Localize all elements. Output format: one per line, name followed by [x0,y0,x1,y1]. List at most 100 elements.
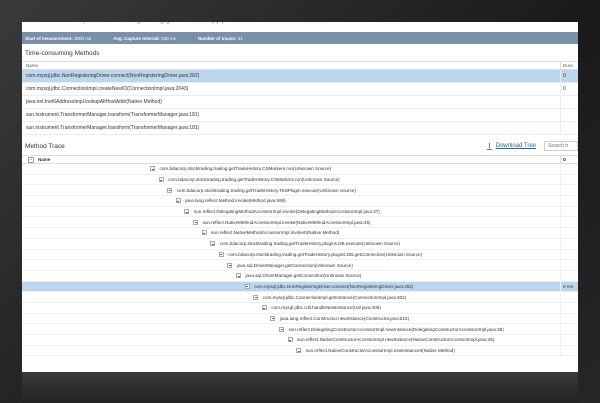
tree-node-duration [560,206,578,217]
table-row[interactable]: com.mysql.jdbc.NonRegisteringDriver.conn… [22,70,578,83]
tree-node-duration [560,345,578,356]
tree-node-duration [560,292,578,302]
tree-node-duration [560,228,578,238]
tree-node-label: java.sql.DriverManager.getConnection(Unk… [245,273,362,279]
measurement-stats-bar: Start of measurement: 3000 ms Avg. Captu… [22,32,578,44]
tree-node-duration [560,260,578,270]
tree-row[interactable]: · com.bdacorp.stocktrading.trading.getTra… [22,238,578,250]
tree-connector: · [217,241,219,247]
col-name-header[interactable]: Name [22,63,560,68]
method-trace-title: Method Trace [25,142,65,150]
trace-search-input[interactable] [544,141,578,151]
tree-row[interactable]: · com.bdacorp.stocktrading.trading.getTra… [22,185,578,197]
collapse-toggle-icon[interactable] [296,348,302,354]
collapse-toggle-icon[interactable] [218,251,224,257]
table-row[interactable]: sun.instrument.TransformerManager.transf… [22,109,578,122]
tree-node: · java.sql.DriverManager.getConnection(Un… [22,262,560,268]
collapse-toggle-icon[interactable] [279,326,284,332]
time-consuming-table-header: Name Dura [22,61,578,70]
method-trace-toolbar: Method Trace Download Tree [22,139,578,153]
tree-row[interactable]: · java.sql.DriverManager.getConnection(Un… [22,270,578,282]
tree-node-duration [560,185,578,196]
collapse-toggle-icon[interactable] [193,219,198,225]
tree-row[interactable]: · com.mysql.jdbc.NonRegisteringDriver.con… [22,281,578,293]
tree-row[interactable]: · java.sql.DriverManager.getConnection(Un… [22,260,578,271]
tree-node-label: sun.reflect.NativeMethodAccessorImpl.inv… [202,219,371,225]
collapse-toggle-icon[interactable] [210,241,216,247]
time-consuming-methods-title: Time-consuming Methods [25,50,100,57]
method-duration [560,122,578,134]
tree-node: · sun.reflect.NativeConstructorAccessorIm… [22,337,560,343]
collapse-toggle-icon[interactable] [287,337,293,343]
tree-node-duration [560,249,578,260]
collapse-toggle-icon[interactable] [261,305,267,311]
collapse-toggle-icon[interactable] [270,315,276,321]
col-duration-header[interactable]: Dura [560,62,578,69]
collapse-toggle-icon[interactable] [184,209,190,215]
page-title: Method Level Hotspots - stocktrading tra… [22,22,578,32]
trace-col-name-header[interactable]: Name [38,157,560,162]
tree-node: · java.lang.reflect.Method.invoke(Method.… [22,198,560,204]
tree-node-duration [560,196,578,206]
tree-node: · sun.reflect.NativeMethodAccessorImpl.in… [22,219,560,225]
tree-row[interactable]: · sun.reflect.NativeConstructorAccessorIm… [22,345,578,357]
download-tree-link[interactable]: Download Tree [486,142,536,150]
collapse-toggle-icon[interactable] [253,294,259,300]
tree-node-label: sun.reflect.DelegatingMethodAccessorImpl… [193,209,380,215]
tree-node: · com.mysql.jdbc.NonRegisteringDriver.con… [22,283,560,289]
table-row[interactable]: sun.instrument.TransformerManager.transf… [22,122,578,135]
collapse-toggle-icon[interactable] [227,262,233,268]
trace-col-duration-header[interactable]: D [560,156,578,163]
tree-row[interactable]: · java.lang.reflect.Method.invoke(Method.… [22,196,578,207]
method-name: java.net.Inet6AddressImpl.lookupAllHostA… [26,99,162,105]
tree-node-duration [560,313,578,324]
tree-node: · sun.reflect.DelegatingConstructorAccess… [22,326,560,332]
collapse-toggle-icon[interactable] [201,230,207,236]
method-name: sun.instrument.TransformerManager.transf… [26,112,200,118]
tree-row[interactable]: · sun.reflect.DelegatingConstructorAccess… [22,324,578,335]
app-screen: Method Level Hotspots - stocktrading tra… [22,22,578,374]
number-of-traces: Number of traces: 21 [197,35,243,41]
collapse-toggle-icon[interactable] [158,177,164,183]
tree-node-label: com.bdacorp.stocktrading.trading.getTrad… [159,166,332,172]
collapse-toggle-icon[interactable] [150,166,155,172]
tree-node-label: com.bdacorp.stocktrading.trading.getTrad… [228,251,423,257]
tree-node: · com.bdacorp.stocktrading.trading.getTra… [22,166,560,172]
tree-node-label: sun.reflect.NativeConstructorAccessorImp… [297,337,495,343]
tree-row[interactable]: · sun.reflect.DelegatingMethodAccessorImp… [22,206,578,218]
tree-connector: · [234,262,236,268]
tree-node-duration [560,270,578,281]
tree-node-label: com.mysql.jdbc.ConnectionImpl.getInstanc… [262,294,407,300]
tree-row[interactable]: · java.lang.reflect.Constructor.newInstan… [22,313,578,325]
tree-row[interactable]: · com.bdacorp.stocktrading.trading.getTra… [22,174,578,186]
tree-node: · com.bdacorp.stocktrading.trading.getTra… [22,177,560,183]
tree-row[interactable]: · com.bdacorp.stocktrading.trading.getTra… [22,164,578,175]
avg-capture-interval: Avg. Capture Interval: 530 ms [113,35,176,41]
tree-row[interactable]: · sun.reflect.NativeMethodAccessorImpl.in… [22,217,578,229]
method-trace-table-header: − Name D [22,155,578,164]
tree-node: · java.lang.reflect.Constructor.newInstan… [22,315,560,321]
collapse-toggle-icon[interactable] [175,198,181,204]
method-trace-tree: · com.bdacorp.stocktrading.trading.getTra… [22,164,578,357]
collapse-toggle-icon[interactable] [244,283,250,289]
tree-row[interactable]: · com.mysql.jdbc.Util.handleNewInstance(U… [22,302,578,314]
tree-node: · com.bdacorp.stocktrading.trading.getTra… [22,251,560,257]
collapse-all-icon[interactable]: − [28,156,34,163]
tree-connector: · [174,187,176,193]
table-row[interactable]: java.net.Inet6AddressImpl.lookupAllHostA… [22,96,578,109]
tree-row[interactable]: · sun.reflect.NativeMethodAccessorImpl.in… [22,228,578,239]
method-duration [560,109,578,121]
tree-node-label: com.bdacorp.stocktrading.trading.getTrad… [219,241,400,247]
table-row[interactable]: com.mysql.jdbc.ConnectionImpl.createNewI… [22,83,578,96]
tree-row[interactable]: · sun.reflect.NativeConstructorAccessorIm… [22,335,578,346]
tree-row[interactable]: · com.mysql.jdbc.ConnectionImpl.getInstan… [22,292,578,303]
tree-row[interactable]: · com.bdacorp.stocktrading.trading.getTra… [22,249,578,261]
tree-connector: · [260,294,262,300]
tree-connector: · [303,348,305,354]
device-frame-bottom [22,372,578,403]
tree-node-duration: 0 ms [560,281,578,292]
collapse-toggle-icon[interactable] [236,273,241,279]
collapse-toggle-icon[interactable] [167,187,173,193]
tree-connector: · [225,251,228,257]
tree-node-duration [560,302,578,313]
